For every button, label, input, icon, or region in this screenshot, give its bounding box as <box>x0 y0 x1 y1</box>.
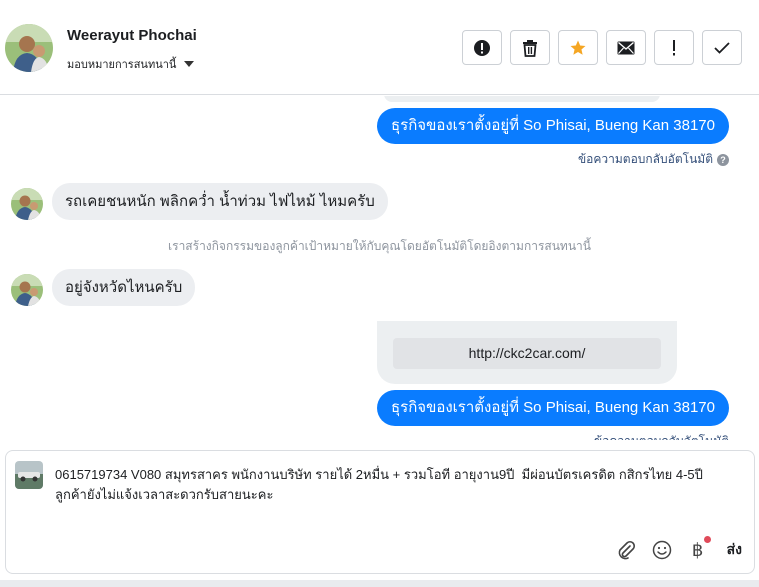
incoming-message[interactable]: อยู่จังหวัดไหนครับ <box>52 269 196 306</box>
delete-button[interactable] <box>510 30 550 65</box>
message-composer[interactable]: 0615719734 V080 สมุทรสาคร พนักงานบริษัท … <box>5 450 755 574</box>
outgoing-message[interactable]: ธุรกิจของเราตั้งอยู่ที่ So Phisai, Bueng… <box>376 108 729 144</box>
contact-avatar-small <box>11 188 43 220</box>
baht-icon: ฿ <box>691 539 704 561</box>
composer-toolbar: ฿ ส่ง <box>615 536 742 561</box>
assign-conversation-dropdown[interactable]: มอบหมายการสนทนานี้ <box>67 55 195 73</box>
incoming-message[interactable]: รถเคยชนหนัก พลิกคว่ำ น้ำท่วม ไฟไหม้ ไหมค… <box>52 183 388 220</box>
notification-dot <box>703 536 711 543</box>
auto-reply-indicator: ข้อความตอบกลับอัตโนมัติ ? <box>578 150 729 169</box>
mark-done-button[interactable] <box>702 30 742 65</box>
emoji-button[interactable] <box>651 539 673 561</box>
envelope-icon <box>617 41 635 54</box>
attach-button[interactable] <box>615 539 637 561</box>
previous-message-edge <box>384 96 660 102</box>
payment-button[interactable]: ฿ <box>687 536 711 561</box>
conversation-header: Weerayut Phochai มอบหมายการสนทนานี้ <box>0 0 759 95</box>
mark-unread-button[interactable] <box>606 30 646 65</box>
caret-down-icon <box>184 61 195 67</box>
outgoing-message[interactable]: ธุรกิจของเราตั้งอยู่ที่ So Phisai, Bueng… <box>376 390 729 426</box>
paperclip-icon <box>618 540 635 560</box>
auto-reply-label: ข้อความตอบกลับอัตโนมัติ <box>577 152 713 166</box>
page-avatar <box>15 461 43 489</box>
star-button[interactable] <box>558 30 598 65</box>
header-actions <box>462 30 742 65</box>
contact-name[interactable]: Weerayut Phochai <box>67 27 197 44</box>
smiley-icon <box>652 540 671 560</box>
follow-up-button[interactable] <box>654 30 694 65</box>
system-note: เราสร้างกิจกรรมของลูกค้าเป้าหมายให้กับคุ… <box>168 239 591 253</box>
auto-reply-indicator-clipped: ข้อความตอบกลับอัตโนมัติ <box>594 432 729 440</box>
bottom-strip <box>0 580 759 587</box>
send-button[interactable]: ส่ง <box>727 539 742 561</box>
contact-avatar[interactable] <box>5 24 53 72</box>
star-icon <box>570 40 586 55</box>
check-icon <box>714 41 730 54</box>
trash-icon <box>523 39 537 57</box>
help-icon[interactable]: ? <box>717 153 729 166</box>
link-preview-url[interactable]: http://ckc2car.com/ <box>393 338 661 369</box>
assign-label: มอบหมายการสนทนานี้ <box>67 59 177 71</box>
message-thread: ธุรกิจของเราตั้งอยู่ที่ So Phisai, Bueng… <box>0 96 759 440</box>
report-spam-button[interactable] <box>462 30 502 65</box>
composer-input[interactable]: 0615719734 V080 สมุทรสาคร พนักงานบริษัท … <box>55 465 745 505</box>
exclamation-icon <box>673 39 675 55</box>
exclamation-circle-icon <box>474 39 490 56</box>
link-preview-card[interactable]: http://ckc2car.com/ <box>377 321 677 384</box>
contact-avatar-small <box>11 274 43 306</box>
